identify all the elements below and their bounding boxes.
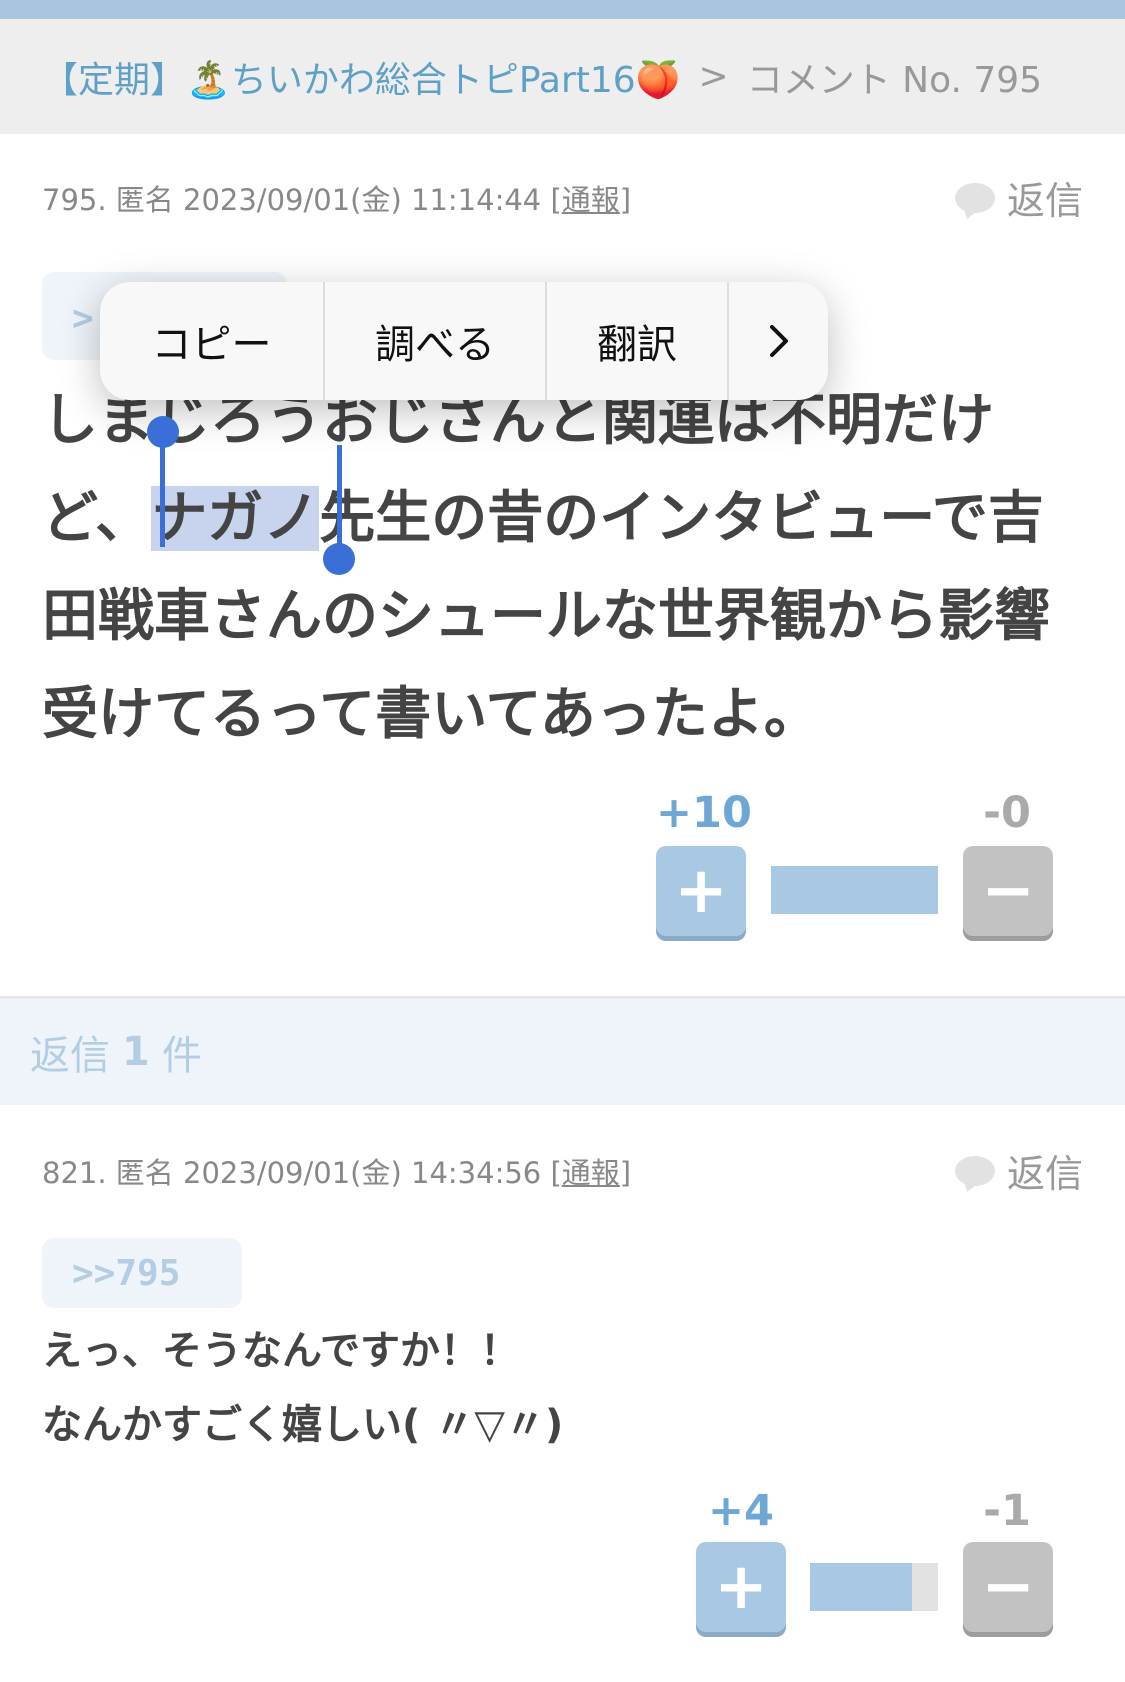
menu-item-lookup[interactable]: 調べる xyxy=(325,282,547,400)
menu-item-copy[interactable]: コピー xyxy=(100,282,325,400)
selection-end-knob[interactable] xyxy=(323,543,355,575)
report-link[interactable]: 通報 xyxy=(562,183,620,217)
menu-item-translate[interactable]: 翻訳 xyxy=(547,282,729,400)
report-link[interactable]: 通報 xyxy=(562,1156,620,1190)
selection-end-handle[interactable] xyxy=(337,445,342,550)
reply-label: 返信 xyxy=(1006,179,1083,223)
comment-body-line: えっ、そうなんですか！！ xyxy=(42,1328,520,1374)
replies-label: 返信 xyxy=(30,1033,110,1079)
selection-start-handle[interactable] xyxy=(160,432,165,547)
anchor-link[interactable]: >>795 xyxy=(42,1238,242,1308)
top-strip xyxy=(0,0,1125,19)
comment-body: ど、ナガノ先生の昔のインタビューで吉田戦車さんのシュールな世界観から影響受けてる… xyxy=(42,470,1082,764)
minus-button[interactable]: − xyxy=(963,846,1053,936)
comment-body: えっ、そうなんですか！！ なんかすごく嬉しい( 〃▽〃) xyxy=(42,1314,1082,1462)
speech-bubble-icon xyxy=(954,182,995,213)
replies-unit: 件 xyxy=(161,1033,202,1079)
chevron-right-icon xyxy=(769,325,788,357)
breadcrumb-current: コメント No. 795 xyxy=(746,59,1043,101)
reply-label: 返信 xyxy=(1006,1152,1083,1196)
breadcrumb-topic-link[interactable]: 【定期】🏝️ちいかわ総合トピPart16🍑 xyxy=(42,51,681,103)
body-text-before: ど、 xyxy=(42,486,152,551)
selection-start-knob[interactable] xyxy=(147,416,179,448)
plus-count: +4 xyxy=(708,1486,774,1536)
breadcrumb-separator: > xyxy=(698,56,729,97)
comment-meta-close: ] xyxy=(619,1156,632,1190)
comment-meta: 795. 匿名 2023/09/01(金) 11:14:44 [通報] xyxy=(42,177,631,219)
plus-button[interactable]: + xyxy=(696,1542,786,1632)
comment-body-line: なんかすごく嬉しい( 〃▽〃) xyxy=(42,1402,564,1448)
vote-ratio-fill xyxy=(810,1563,913,1611)
speech-bubble-icon xyxy=(954,1155,995,1186)
breadcrumb: 【定期】🏝️ちいかわ総合トピPart16🍑 > コメント No. 795 xyxy=(0,19,1125,134)
plus-count: +10 xyxy=(656,788,752,838)
plus-button[interactable]: + xyxy=(656,846,746,936)
replies-count: 1 xyxy=(122,1029,150,1075)
comment-meta-info: 795. 匿名 2023/09/01(金) 11:14:44 [ xyxy=(42,183,562,217)
comment-meta-info: 821. 匿名 2023/09/01(金) 14:34:56 [ xyxy=(42,1156,562,1190)
menu-more-button[interactable] xyxy=(729,282,828,400)
minus-count: -1 xyxy=(983,1486,1031,1536)
vote-ratio-bar xyxy=(771,866,938,914)
vote-ratio-bar xyxy=(810,1563,938,1611)
comment-meta: 821. 匿名 2023/09/01(金) 14:34:56 [通報] xyxy=(42,1150,631,1192)
reply-button[interactable]: 返信 xyxy=(954,1143,1083,1198)
selected-text[interactable]: ナガノ xyxy=(151,486,320,551)
text-context-menu: コピー 調べる 翻訳 xyxy=(100,282,828,400)
reply-button[interactable]: 返信 xyxy=(954,170,1083,225)
comment-meta-close: ] xyxy=(619,183,632,217)
minus-count: -0 xyxy=(983,788,1031,838)
vote-ratio-fill xyxy=(771,866,938,914)
minus-button[interactable]: − xyxy=(963,1542,1053,1632)
replies-header: 返信 1 件 xyxy=(0,999,1125,1105)
